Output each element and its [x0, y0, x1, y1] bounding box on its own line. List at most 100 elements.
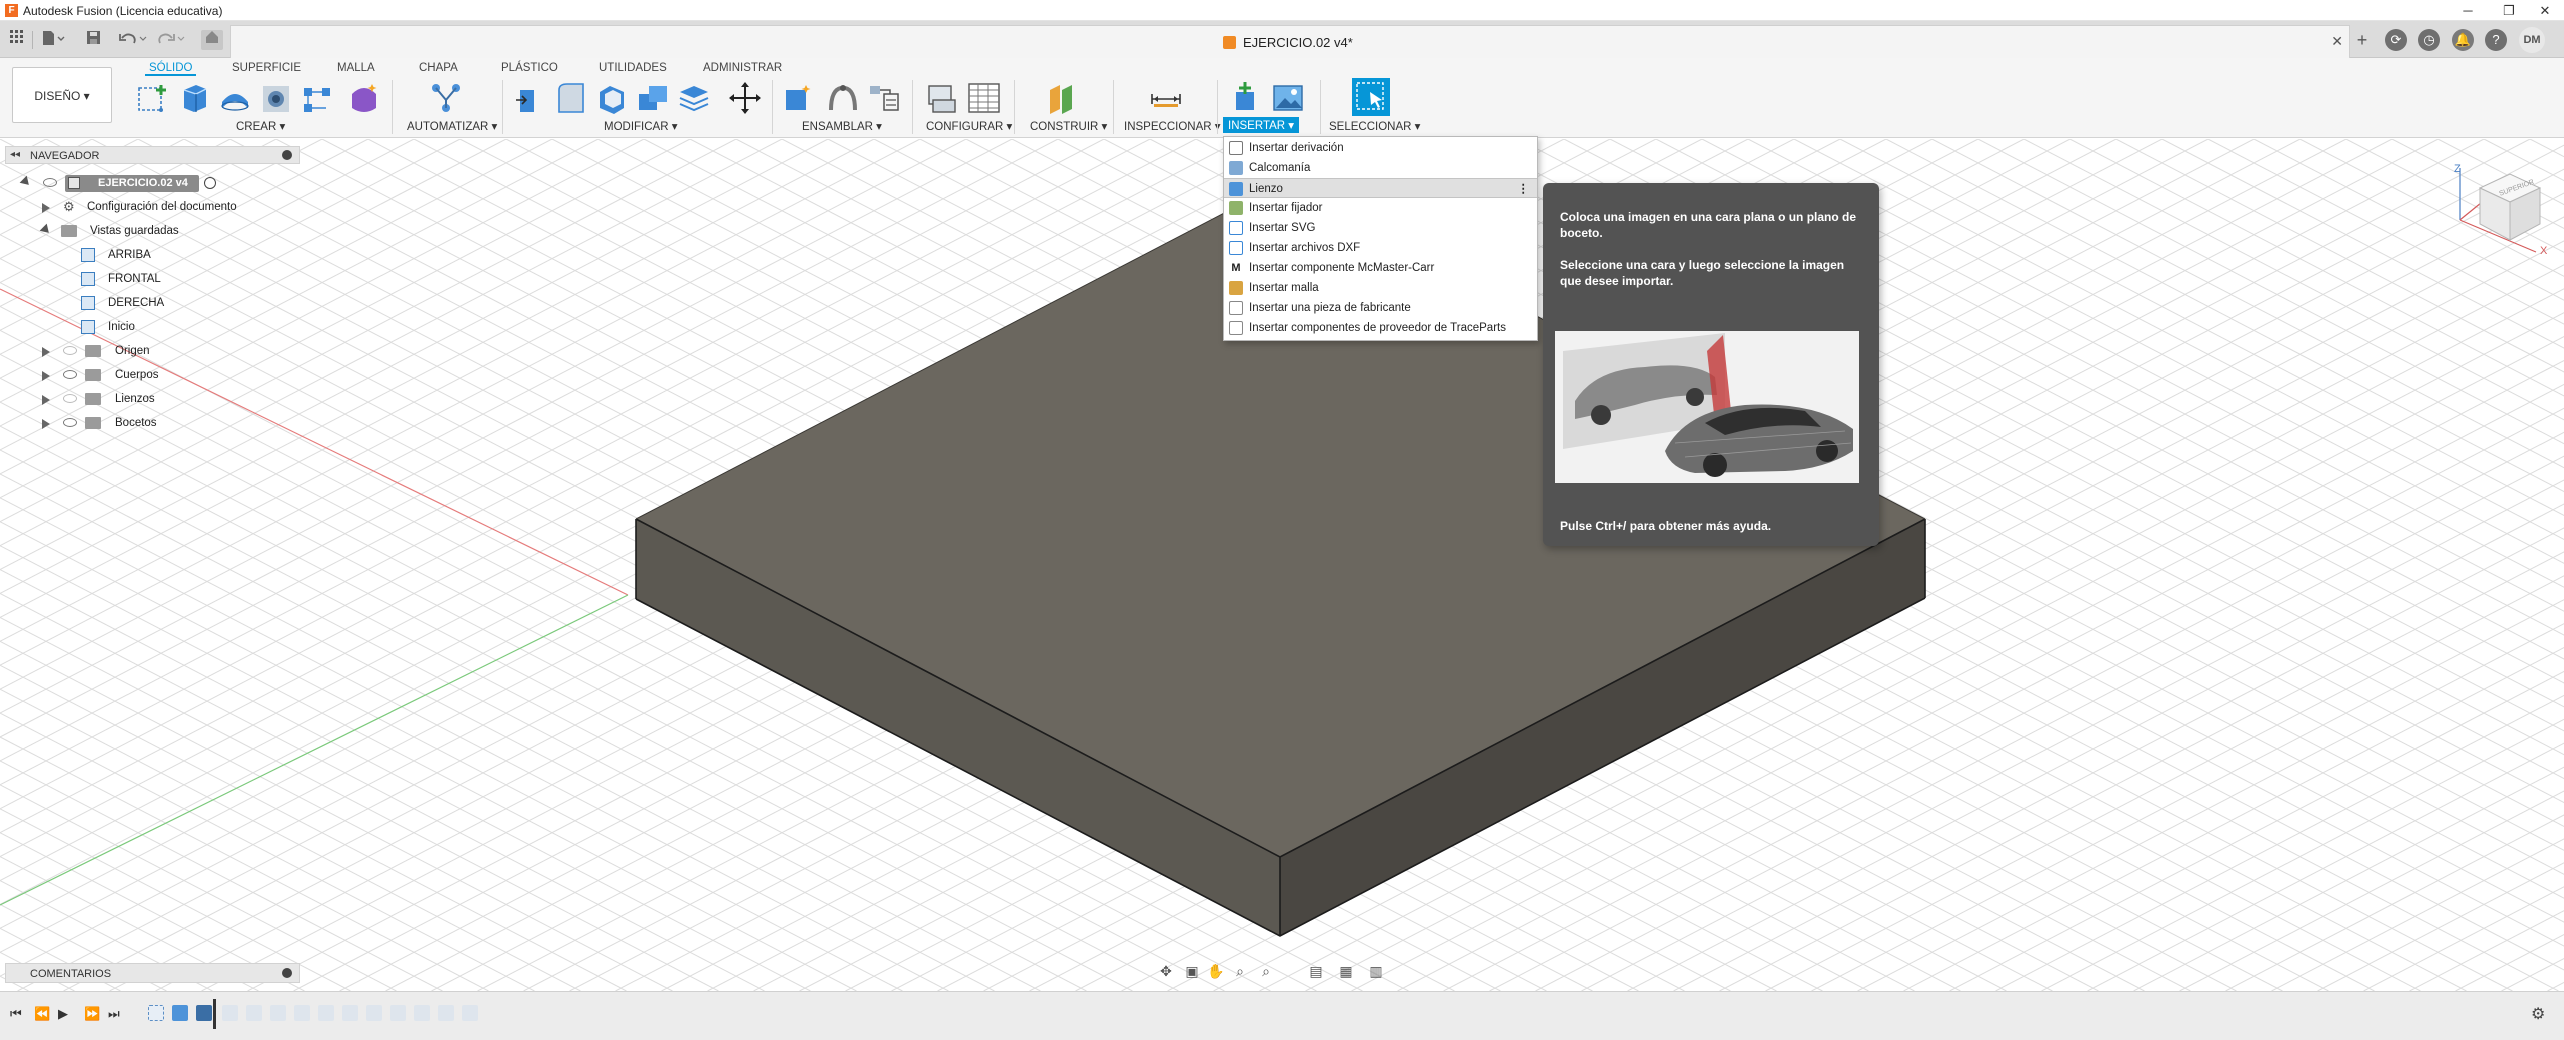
workspace-switcher-button[interactable]: DISEÑO ▾ — [12, 67, 112, 123]
timeline-feature-icon[interactable] — [462, 1005, 478, 1021]
fit-icon[interactable]: ⌕ — [1257, 962, 1275, 980]
save-icon[interactable] — [84, 30, 102, 50]
move-icon[interactable] — [727, 80, 763, 116]
group-automate-label[interactable]: AUTOMATIZAR ▾ — [407, 119, 497, 133]
tree-root[interactable]: EJERCICIO.02 v4 — [5, 173, 300, 193]
notifications-icon[interactable]: 🔔 — [2452, 29, 2474, 51]
tab-utilities[interactable]: UTILIDADES — [595, 60, 671, 76]
tree-item-bodies[interactable]: Cuerpos — [5, 365, 300, 385]
step-back-icon[interactable]: ⏪ — [34, 1006, 50, 1022]
timeline-feature-icon[interactable] — [438, 1005, 454, 1021]
tree-item-view-front[interactable]: FRONTAL — [5, 269, 300, 289]
revolve-icon[interactable] — [217, 80, 253, 116]
zoom-icon[interactable]: ⌕ — [1231, 962, 1249, 980]
offset-face-icon[interactable] — [676, 80, 712, 116]
expand-triangle-icon[interactable] — [42, 371, 50, 381]
more-options-icon[interactable]: ⋮ — [1518, 179, 1530, 199]
insert-derive-tool-icon[interactable] — [1228, 80, 1264, 116]
tree-item-view-top[interactable]: ARRIBA — [5, 245, 300, 265]
document-tab[interactable]: EJERCICIO.02 v4* ✕ — [230, 25, 2350, 58]
new-tab-icon[interactable]: + — [2352, 30, 2372, 50]
app-grid-icon[interactable] — [8, 30, 26, 50]
expand-triangle-icon[interactable] — [42, 347, 50, 357]
joint-icon[interactable] — [825, 80, 861, 116]
configuration-table-icon[interactable] — [966, 80, 1002, 116]
as-built-joint-icon[interactable] — [866, 80, 902, 116]
go-to-start-icon[interactable]: ⏮ — [10, 1006, 22, 1022]
collapse-panel-icon[interactable]: ◂◂ — [10, 149, 20, 160]
activate-radio-icon[interactable] — [204, 177, 216, 189]
automate-icon[interactable] — [428, 80, 464, 116]
tree-item-canvases[interactable]: Lienzos — [5, 389, 300, 409]
timeline-feature-icon[interactable] — [318, 1005, 334, 1021]
menu-item-insert-dxf[interactable]: Insertar archivos DXF — [1224, 238, 1537, 258]
grid-settings-icon[interactable]: ▦ — [1337, 962, 1355, 980]
group-insert-label[interactable]: INSERTAR ▾ — [1223, 117, 1300, 133]
combine-icon[interactable] — [635, 80, 671, 116]
hole-icon[interactable] — [258, 80, 294, 116]
add-comment-icon[interactable] — [282, 968, 292, 978]
play-icon[interactable]: ▶ — [58, 1006, 68, 1022]
document-tab-close-button[interactable]: ✕ — [2331, 33, 2343, 50]
tree-item-view-right[interactable]: DERECHA — [5, 293, 300, 313]
timeline-extrude-icon[interactable] — [172, 1005, 188, 1021]
menu-item-insert-svg[interactable]: Insertar SVG — [1224, 218, 1537, 238]
visibility-eye-icon[interactable] — [63, 394, 77, 403]
menu-item-mcmaster-carr[interactable]: M Insertar componente McMaster-Carr — [1224, 258, 1537, 278]
viewports-icon[interactable]: ▥ — [1367, 962, 1385, 980]
measure-icon[interactable] — [1148, 80, 1184, 116]
offset-plane-icon[interactable] — [1044, 80, 1080, 116]
collapse-triangle-icon[interactable] — [39, 223, 53, 237]
tab-surface[interactable]: SUPERFICIE — [228, 60, 305, 76]
file-menu-icon[interactable] — [40, 30, 66, 50]
go-to-end-icon[interactable]: ⏭ — [108, 1006, 120, 1022]
group-select-label[interactable]: SELECCIONAR ▾ — [1329, 119, 1420, 133]
tab-sheet-metal[interactable]: CHAPA — [415, 60, 462, 76]
timeline-feature-icon[interactable] — [414, 1005, 430, 1021]
group-assemble-label[interactable]: ENSAMBLAR ▾ — [802, 119, 882, 133]
create-sketch-icon[interactable] — [135, 80, 171, 116]
menu-item-insert-mesh[interactable]: Insertar malla — [1224, 278, 1537, 298]
tree-item-sketches[interactable]: Bocetos — [5, 413, 300, 433]
group-configure-label[interactable]: CONFIGURAR ▾ — [926, 119, 1012, 133]
timeline-feature-icon[interactable] — [366, 1005, 382, 1021]
group-inspect-label[interactable]: INSPECCIONAR ▾ — [1124, 119, 1221, 133]
expand-triangle-icon[interactable] — [42, 419, 50, 429]
menu-item-canvas[interactable]: Lienzo ⋮ — [1224, 178, 1537, 198]
visibility-eye-icon[interactable] — [63, 418, 77, 427]
display-settings-icon[interactable]: ▤ — [1307, 962, 1325, 980]
group-construct-label[interactable]: CONSTRUIR ▾ — [1030, 119, 1107, 133]
tab-solid[interactable]: SÓLIDO — [145, 60, 197, 76]
look-at-icon[interactable]: ▣ — [1183, 962, 1201, 980]
group-create-label[interactable]: CREAR ▾ — [236, 119, 285, 133]
tree-item-view-home[interactable]: Inicio — [5, 317, 300, 337]
tree-item-document-settings[interactable]: ⚙ Configuración del documento — [5, 197, 300, 217]
timeline-feature-icon[interactable] — [390, 1005, 406, 1021]
group-modify-label[interactable]: MODIFICAR ▾ — [604, 119, 678, 133]
menu-item-manufacturer-part[interactable]: Insertar una pieza de fabricante — [1224, 298, 1537, 318]
timeline-feature-icon[interactable] — [222, 1005, 238, 1021]
select-icon[interactable] — [1352, 78, 1390, 116]
visibility-eye-icon[interactable] — [43, 178, 57, 187]
tree-item-saved-views[interactable]: Vistas guardadas — [5, 221, 300, 241]
tab-plastic[interactable]: PLÁSTICO — [497, 60, 562, 76]
menu-item-traceparts[interactable]: Insertar componentes de proveedor de Tra… — [1224, 318, 1537, 338]
timeline-feature-icon[interactable] — [294, 1005, 310, 1021]
avatar[interactable]: DM — [2519, 27, 2545, 53]
timeline-feature-icon[interactable] — [270, 1005, 286, 1021]
configure-icon[interactable] — [925, 80, 961, 116]
timeline-sketch-icon[interactable] — [148, 1005, 164, 1021]
insert-canvas-tool-icon[interactable] — [1270, 80, 1306, 116]
menu-item-insert-derive[interactable]: Insertar derivación — [1224, 138, 1537, 158]
undo-icon[interactable] — [117, 30, 149, 50]
shell-icon[interactable] — [594, 80, 630, 116]
panel-options-icon[interactable] — [282, 150, 292, 160]
timeline-canvas-icon[interactable] — [196, 1005, 212, 1021]
visibility-eye-icon[interactable] — [63, 346, 77, 355]
redo-icon[interactable] — [155, 30, 187, 50]
timeline-settings-gear-icon[interactable]: ⚙ — [2531, 1004, 2545, 1024]
expand-triangle-icon[interactable] — [42, 203, 50, 213]
extrude-icon[interactable] — [176, 80, 212, 116]
collapse-triangle-icon[interactable] — [19, 175, 33, 189]
orbit-icon[interactable]: ✥ — [1157, 962, 1175, 980]
